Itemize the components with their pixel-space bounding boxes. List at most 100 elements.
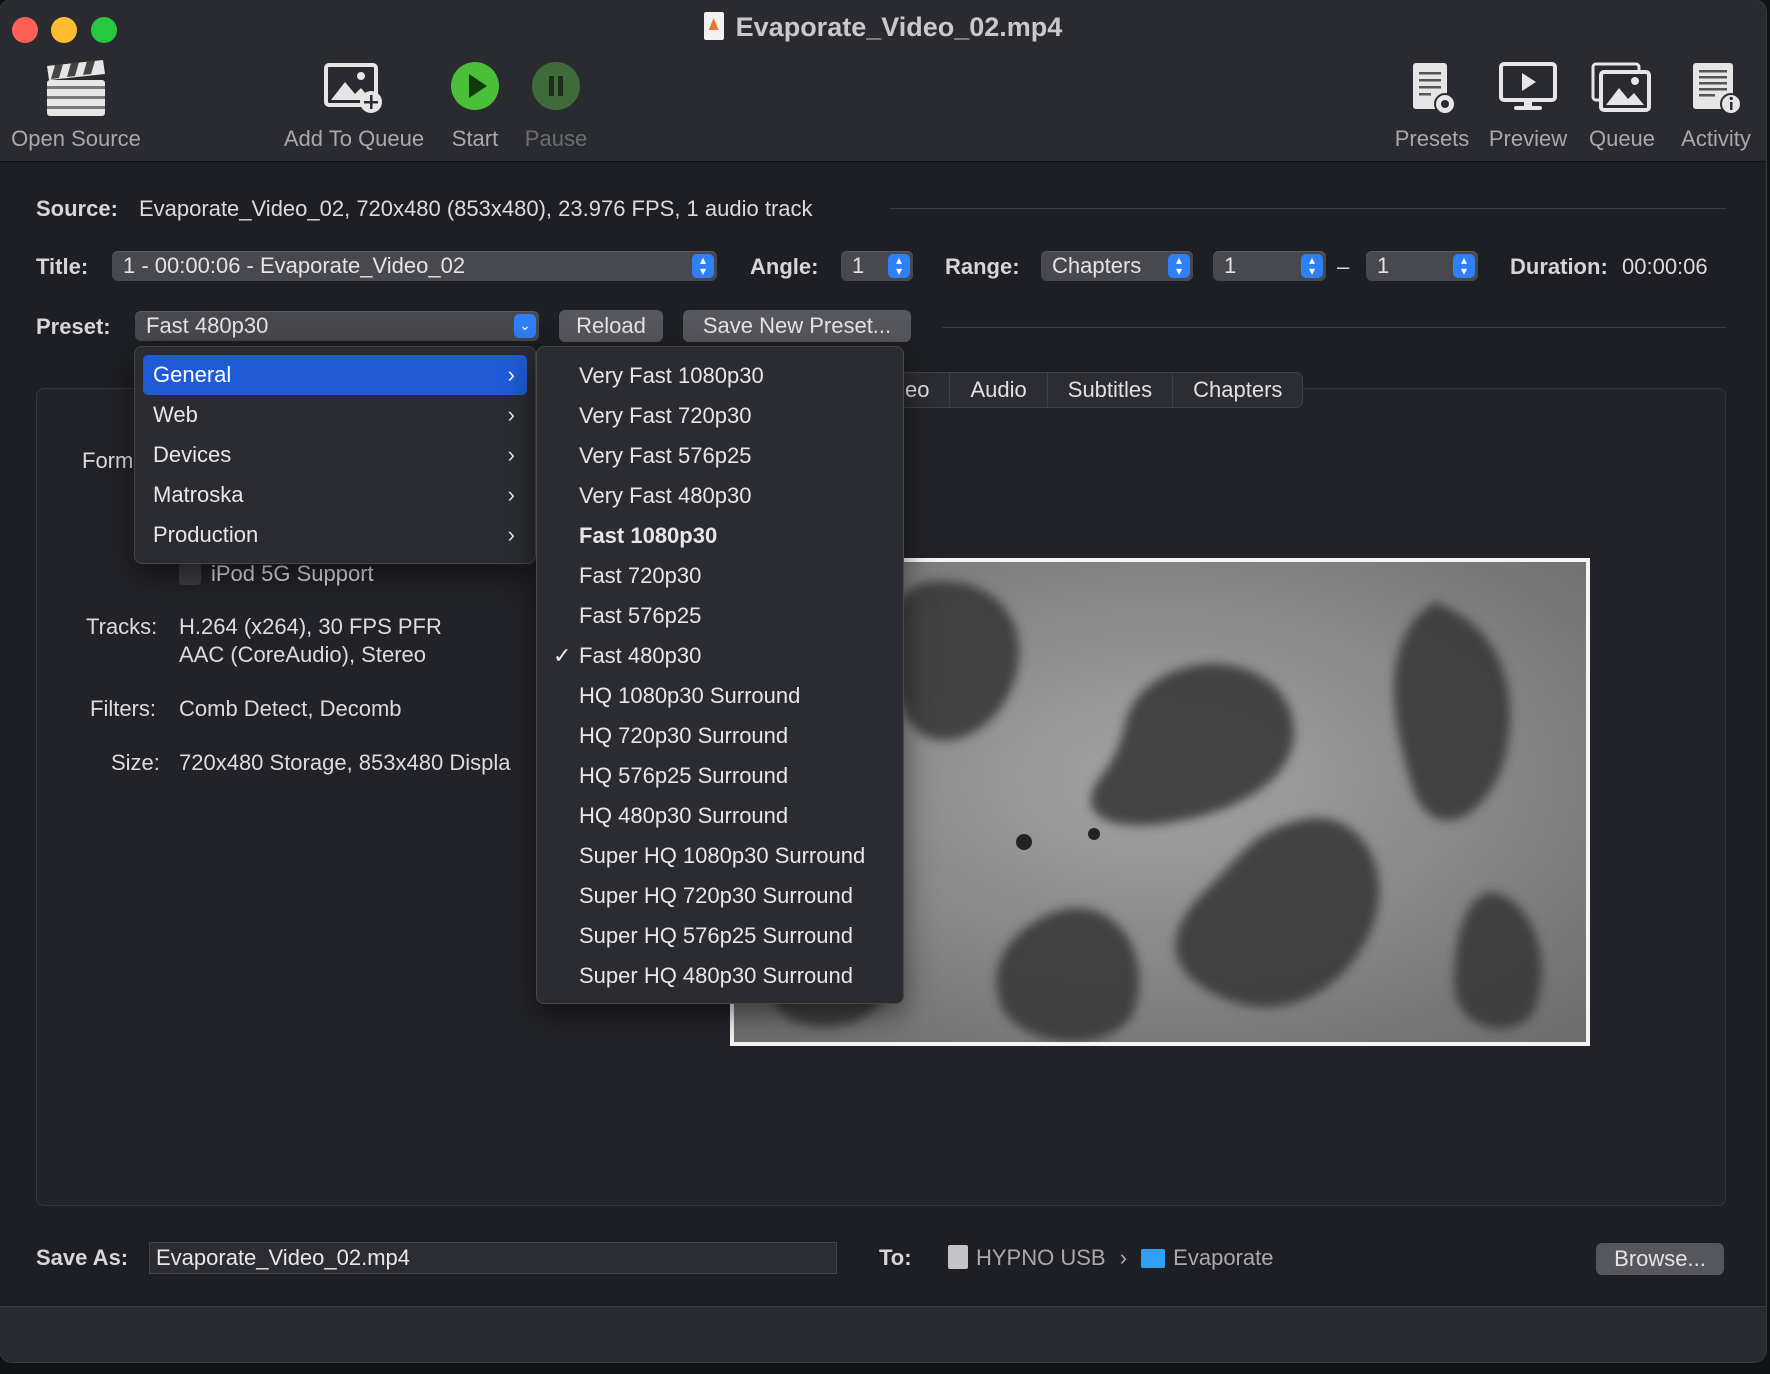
preset-item[interactable]: Super HQ 1080p30 Surround [537,837,903,877]
ipod-5g-checkbox[interactable] [179,563,201,585]
to-label: To: [879,1245,912,1270]
range-end-stepper-icon: ▴ ▾ [1453,254,1475,278]
reload-button[interactable]: Reload [559,310,663,342]
range-dash: – [1337,254,1350,279]
tracks-line-2: AAC (CoreAudio), Stereo [179,642,426,667]
window-title: Evaporate_Video_02.mp4 [0,12,1766,43]
browse-button[interactable]: Browse... [1596,1243,1724,1275]
range-end-value: 1 [1377,253,1390,278]
preset-item-selected-label: Fast 480p30 [579,643,702,668]
source-label: Source: [36,196,118,221]
preset-item[interactable]: Very Fast 1080p30 [537,357,903,397]
tab-subtitles[interactable]: Subtitles [1046,373,1172,407]
duration-label: Duration: [1510,254,1608,279]
range-label: Range: [945,254,1020,279]
source-separator [890,208,1726,209]
tab-audio[interactable]: Audio [949,373,1046,407]
menu-item-web-label: Web [153,402,198,427]
queue-label: Queue [1588,126,1656,151]
clapperboard-icon [6,60,146,126]
stacked-images-icon [1584,60,1660,126]
preset-category-menu: General › Web › Devices › Matroska › Pro… [134,346,536,564]
presets-gear-icon [1388,60,1476,126]
tracks-label: Tracks: [86,614,158,639]
chevron-right-icon: › [507,402,515,427]
document-icon [703,12,724,40]
range-type-popup[interactable]: Chapters ▴ ▾ [1041,251,1193,281]
menu-item-matroska[interactable]: Matroska › [143,475,527,515]
save-as-label: Save As: [36,1245,129,1270]
preset-item[interactable]: Very Fast 480p30 [537,477,903,517]
tab-chapters[interactable]: Chapters [1172,373,1302,407]
preset-item[interactable]: Fast 720p30 [537,557,903,597]
pause-icon [518,60,594,126]
add-to-queue-label: Add To Queue [283,126,425,151]
play-icon [440,60,510,126]
status-bar [0,1306,1766,1362]
range-end-popup[interactable]: 1 ▴ ▾ [1366,251,1478,281]
duration-value: 00:00:06 [1622,254,1708,279]
pause-label: Pause [524,126,588,151]
start-button[interactable]: Start [440,60,510,152]
angle-label: Angle: [750,254,819,279]
preset-popup-value: Fast 480p30 [146,313,269,338]
path-separator: › [1119,1245,1128,1270]
chevron-right-icon: › [507,362,515,387]
save-as-field[interactable]: Evaporate_Video_02.mp4 [149,1242,837,1274]
menu-item-matroska-label: Matroska [153,482,244,507]
queue-button[interactable]: Queue [1584,60,1660,152]
range-start-popup[interactable]: 1 ▴ ▾ [1213,251,1326,281]
folder-icon [1141,1249,1166,1268]
activity-label: Activity [1681,126,1751,151]
presets-label: Presets [1394,126,1470,151]
preset-popup[interactable]: Fast 480p30 ⌄ [135,311,539,341]
open-source-button[interactable]: Open Source [6,60,146,152]
menu-item-general[interactable]: General › [143,355,527,395]
angle-popup-value: 1 [852,253,865,278]
menu-item-web[interactable]: Web › [143,395,527,435]
preset-item[interactable]: HQ 480p30 Surround [537,797,903,837]
destination-path[interactable]: HYPNO USB › Evaporate [948,1245,1273,1271]
checkmark-icon: ✓ [553,643,572,668]
preset-item[interactable]: HQ 576p25 Surround [537,757,903,797]
preset-item[interactable]: HQ 720p30 Surround [537,717,903,757]
title-popup[interactable]: 1 - 00:00:06 - Evaporate_Video_02 ▴ ▾ [112,251,717,281]
filters-value: Comb Detect, Decomb [179,696,402,721]
range-type-stepper-icon: ▴ ▾ [1168,254,1190,278]
preview-button[interactable]: Preview [1484,60,1572,152]
size-value: 720x480 Storage, 853x480 Displa [179,750,511,775]
menu-item-devices-label: Devices [153,442,232,467]
chevron-right-icon: › [507,482,515,507]
preset-separator [942,327,1726,328]
preset-item-default[interactable]: Fast 1080p30 [537,517,903,557]
menu-item-devices[interactable]: Devices › [143,435,527,475]
preset-item[interactable]: Very Fast 720p30 [537,397,903,437]
add-to-queue-button[interactable]: Add To Queue [277,60,431,152]
chevron-right-icon: › [507,442,515,467]
preset-item[interactable]: Super HQ 480p30 Surround [537,957,903,997]
menu-item-general-label: General [153,362,232,387]
preset-item[interactable]: Very Fast 576p25 [537,437,903,477]
range-start-value: 1 [1224,253,1237,278]
preset-item[interactable]: HQ 1080p30 Surround [537,677,903,717]
open-source-label: Open Source [11,126,141,151]
ipod-5g-label: iPod 5G Support [211,561,374,586]
preset-chevron-down-icon: ⌄ [514,314,536,338]
usb-disk-icon [948,1245,968,1269]
menu-item-production[interactable]: Production › [143,515,527,555]
preset-item[interactable]: Fast 576p25 [537,597,903,637]
preset-item-selected[interactable]: ✓ Fast 480p30 [537,637,903,677]
tracks-line-1: H.264 (x264), 30 FPS PFR [179,614,442,639]
preset-item[interactable]: Super HQ 720p30 Surround [537,877,903,917]
save-new-preset-button[interactable]: Save New Preset... [683,310,911,342]
preset-label: Preset: [36,314,111,339]
presets-button[interactable]: Presets [1388,60,1476,152]
preset-item[interactable]: Super HQ 576p25 Surround [537,917,903,957]
angle-popup[interactable]: 1 ▴ ▾ [841,251,913,281]
source-value: Evaporate_Video_02, 720x480 (853x480), 2… [139,196,813,221]
pause-button[interactable]: Pause [518,60,594,152]
size-label: Size: [111,750,160,775]
titlebar-toolbar: Evaporate_Video_02.mp4 Open Source Add T… [0,0,1766,162]
format-label: Form [82,448,134,473]
activity-button[interactable]: Activity [1670,60,1762,152]
